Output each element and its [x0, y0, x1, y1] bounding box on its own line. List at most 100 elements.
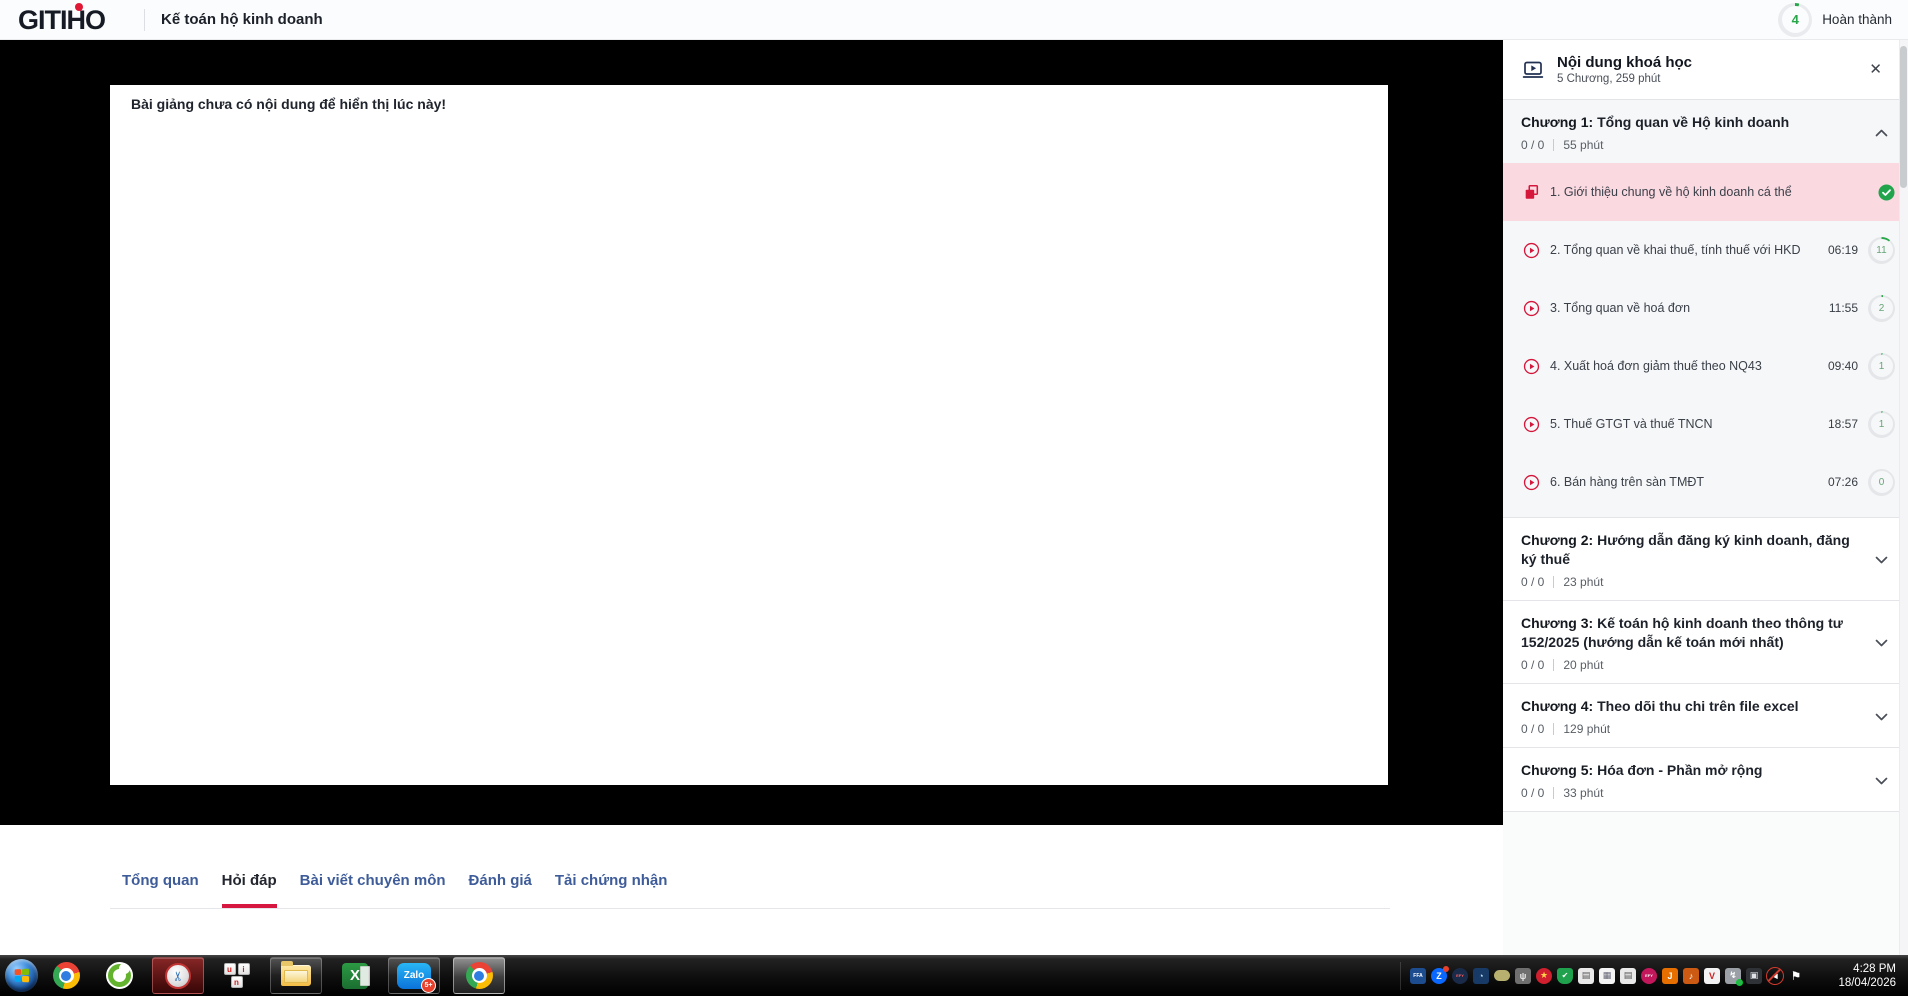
meta-divider [1553, 659, 1555, 671]
printer-icon-2[interactable]: ▤ [1620, 967, 1636, 984]
sidebar-subtitle: 5 Chương, 259 phút [1557, 73, 1661, 85]
sidebar-title: Nội dung khoá học [1557, 54, 1692, 71]
network-icon[interactable]: ▣ [1746, 967, 1762, 984]
efy-icon[interactable]: EFY [1452, 967, 1468, 984]
chevron-up-icon[interactable] [1871, 127, 1892, 139]
lesson-progress-count: 0 [1870, 471, 1893, 493]
gitiho-logo[interactable]: GITIHO [18, 0, 130, 40]
complete-label[interactable]: Hoàn thành [1822, 12, 1892, 27]
document-icon [1523, 183, 1540, 201]
volume-muted-icon[interactable]: ◄ [1766, 966, 1784, 985]
lesson-progress-count: 1 [1870, 355, 1893, 377]
excel-taskbar-button[interactable]: X [335, 957, 375, 994]
chapter-header[interactable]: Chương 1: Tổng quan về Hộ kinh doanh 0 / … [1503, 100, 1908, 163]
start-button[interactable] [5, 959, 38, 992]
tab-5[interactable]: Tải chứng nhận [555, 872, 668, 908]
chevron-down-icon[interactable] [1871, 554, 1892, 566]
logo-red-dot-icon [75, 2, 83, 11]
lesson-item[interactable]: 3. Tổng quan về hoá đơn 11:55 2 [1503, 279, 1908, 337]
meta-divider [1553, 576, 1555, 588]
lesson-duration: 07:26 [1827, 475, 1858, 489]
tax-emblem-icon[interactable]: ★ [1536, 967, 1552, 984]
course-content-sidebar: Nội dung khoá học 5 Chương, 259 phút ✕ C… [1503, 40, 1908, 955]
lesson-item[interactable]: 6. Bán hàng trên sàn TMĐT 07:26 0 [1503, 453, 1908, 511]
gauge-icon[interactable]: ◔ [1473, 967, 1489, 984]
chapter-progress: 0 / 0 [1521, 786, 1545, 800]
chapter-header-text: Chương 5: Hóa đơn - Phần mở rộng 0 / 0 33 … [1521, 761, 1871, 800]
zalo-taskbar-button[interactable]: Zalo 5+ [388, 957, 440, 994]
lesson-duration: 09:40 [1827, 359, 1858, 373]
printer-icon[interactable]: ▤ [1578, 967, 1594, 984]
tabs: Tổng quan Hỏi đáp Bài viết chuyên môn Đánh … [110, 872, 1390, 909]
chapter-prefix: Chương 3: [1521, 615, 1594, 631]
taskbar-clock[interactable]: 4:28 PM 18/04/2026 [1812, 962, 1908, 990]
efy-pink-icon[interactable]: EFY [1641, 967, 1657, 984]
explorer-icon [281, 961, 311, 986]
chrome-taskbar-button[interactable] [46, 957, 86, 994]
ffa-icon[interactable]: FFA [1410, 967, 1426, 984]
chrome-active-taskbar-button[interactable] [453, 957, 505, 994]
chapter-header-text: Chương 1: Tổng quan về Hộ kinh doanh 0 / … [1521, 113, 1871, 152]
play-circle-icon [1523, 358, 1540, 375]
chevron-down-icon[interactable] [1871, 711, 1892, 723]
chapter-title: Chương 2: Hướng dẫn đăng ký kinh doanh, … [1521, 531, 1861, 569]
tab-1[interactable]: Tổng quan [122, 872, 199, 908]
chapter-2: Chương 2: Hướng dẫn đăng ký kinh doanh, … [1503, 518, 1908, 601]
chevron-down-icon[interactable] [1871, 637, 1892, 649]
chapter-name: Tổng quan về Hộ kinh doanh [1593, 114, 1790, 130]
tab-4[interactable]: Đánh giá [469, 872, 532, 908]
zalo-tray-icon[interactable]: Z [1431, 965, 1449, 984]
chapter-progress: 0 / 0 [1521, 722, 1545, 736]
form-icon[interactable]: ▦ [1599, 967, 1615, 984]
chevron-down-icon[interactable] [1871, 775, 1892, 787]
lesson-item[interactable]: 2. Tổng quan về khai thuế, tính thuế với… [1503, 221, 1908, 279]
lesson-progress-ring: 2 [1868, 294, 1895, 322]
volume-orange-icon[interactable]: ♪ [1683, 967, 1699, 984]
windows-flag-icon [14, 968, 30, 983]
lesson-duration: 11:55 [1828, 301, 1858, 315]
java-icon[interactable]: J [1662, 967, 1678, 984]
chapter-header[interactable]: Chương 2: Hướng dẫn đăng ký kinh doanh, … [1503, 518, 1908, 600]
lesson-item[interactable]: 1. Giới thiệu chung về hộ kinh doanh cá … [1503, 163, 1908, 221]
chapter-duration: 20 phút [1563, 658, 1604, 672]
snipping-tool-taskbar-button[interactable]: ✂ [152, 957, 204, 994]
shield-check-icon[interactable]: ✔ [1557, 967, 1573, 984]
close-icon[interactable]: ✕ [1869, 62, 1882, 77]
chapter-meta: 0 / 0 129 phút [1521, 722, 1861, 736]
lesson-item[interactable]: 5. Thuế GTGT và thuế TNCN 18:57 1 [1503, 395, 1908, 453]
clock-time: 4:28 PM [1853, 962, 1896, 975]
language-flag-icon[interactable]: ⚑ [1788, 968, 1804, 984]
chapter-1: Chương 1: Tổng quan về Hộ kinh doanh 0 / … [1503, 100, 1908, 518]
play-circle-icon [1523, 416, 1540, 433]
meta-divider [1553, 139, 1555, 151]
chapter-header[interactable]: Chương 5: Hóa đơn - Phần mở rộng 0 / 0 33 … [1503, 748, 1908, 811]
tab-3[interactable]: Bài viết chuyên môn [300, 872, 446, 908]
chapter-header-text: Chương 3: Kế toán hộ kinh doanh theo thô… [1521, 614, 1871, 672]
sidebar-scrollbar[interactable] [1899, 40, 1908, 955]
chapter-header[interactable]: Chương 4: Theo dõi thu chi trên file exc… [1503, 684, 1908, 747]
lesson-item[interactable]: 4. Xuất hoá đơn giảm thuế theo NQ43 09:40… [1503, 337, 1908, 395]
unikey-taskbar-button[interactable]: uin [217, 957, 257, 994]
chapter-4: Chương 4: Theo dõi thu chi trên file exc… [1503, 684, 1908, 748]
signal-icon[interactable]: ψ [1515, 967, 1531, 984]
etoken-icon[interactable] [1494, 970, 1510, 981]
scrollbar-thumb[interactable] [1900, 46, 1907, 188]
usb-icon[interactable]: ↯ [1725, 967, 1743, 986]
lesson-progress-ring: 0 [1868, 468, 1895, 496]
chapter-name: Hóa đơn - Phần mở rộng [1593, 762, 1763, 778]
vmware-icon[interactable]: V [1704, 967, 1720, 984]
tab-2[interactable]: Hỏi đáp [221, 872, 277, 908]
chapter-prefix: Chương 1: [1521, 114, 1594, 130]
chapter-header[interactable]: Chương 3: Kế toán hộ kinh doanh theo thô… [1503, 601, 1908, 683]
zalo-badge: 5+ [421, 977, 436, 993]
clock-date: 18/04/2026 [1838, 976, 1896, 989]
chapter-prefix: Chương 5: [1521, 762, 1594, 778]
lesson-progress-count: 1 [1870, 413, 1893, 435]
course-title: Kế toán hộ kinh doanh [161, 11, 323, 28]
lesson-title: 5. Thuế GTGT và thuế TNCN [1550, 417, 1713, 431]
unikey-key: u [223, 963, 236, 975]
coccoc-taskbar-button[interactable] [99, 957, 139, 994]
chapter-prefix: Chương 2: [1521, 532, 1594, 548]
explorer-taskbar-button[interactable] [270, 957, 322, 994]
chapter-header-text: Chương 2: Hướng dẫn đăng ký kinh doanh, … [1521, 531, 1871, 589]
